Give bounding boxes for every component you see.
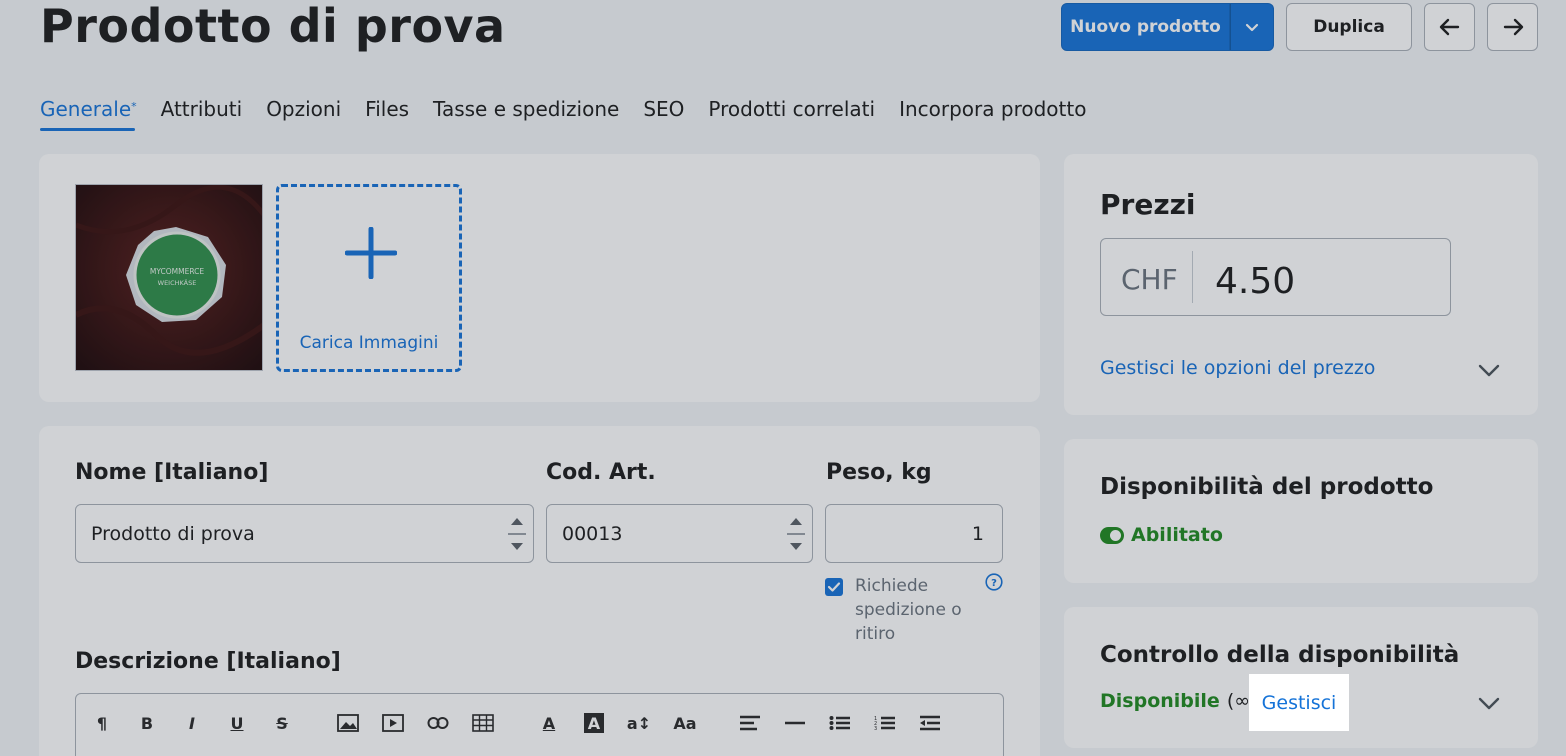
upload-images-label: Carica Immagini [299,333,439,353]
availability-card [1064,439,1538,583]
plus-icon [345,227,397,279]
svg-text:?: ? [991,578,997,589]
insert-link-icon[interactable] [427,711,449,735]
name-label: Nome [Italiano] [75,460,269,485]
font-size-icon[interactable]: a↕ [626,711,652,735]
sku-stepper-icon [787,518,805,550]
product-page: Prodotto di prova Nuovo prodotto Duplica… [0,0,1566,756]
tab-opzioni[interactable]: Opzioni [266,96,341,132]
next-product-button[interactable] [1487,3,1538,51]
weight-label: Peso, kg [826,460,932,485]
requires-shipping-label[interactable]: Richiede spedizione o ritiro [855,574,975,646]
bullet-list-icon[interactable] [829,711,851,735]
paragraph-format-icon[interactable]: ¶ [92,711,112,735]
page-title: Prodotto di prova [40,0,506,53]
requires-shipping-checkbox[interactable] [825,578,843,596]
tab-seo[interactable]: SEO [643,96,684,132]
tab-incorpora-prodotto[interactable]: Incorpora prodotto [899,96,1086,132]
tab-prodotti-correlati[interactable]: Prodotti correlati [708,96,875,132]
duplicate-button[interactable]: Duplica [1286,3,1412,51]
checkmark-icon [827,582,841,592]
sku-field[interactable]: 00013 [546,504,813,563]
tab-generale[interactable]: Generale* [40,96,137,132]
availability-status-label: Abilitato [1131,524,1223,546]
underline-icon[interactable]: U [227,711,247,735]
chevron-down-icon [1245,23,1259,32]
translate-stepper-icon [508,518,526,550]
new-product-dropdown-button[interactable] [1230,3,1274,51]
weight-value: 1 [971,522,984,545]
cheese-photo: MYCOMMERCE WEICHKÄSE [76,185,262,370]
text-color-icon[interactable]: A [539,711,559,735]
price-input[interactable]: CHF 4.50 [1100,238,1451,316]
font-family-icon[interactable]: Aa [672,711,698,735]
bold-icon[interactable]: B [137,711,157,735]
currency-label: CHF [1121,263,1178,296]
stock-status-label: Disponibile [1100,690,1220,712]
insert-image-icon[interactable] [337,711,359,735]
tab-attributi[interactable]: Attributi [161,96,243,132]
arrow-right-icon [1503,18,1523,36]
manage-price-options-link[interactable]: Gestisci le opzioni del prezzo [1100,357,1375,379]
thumbnail-brand-text: MYCOMMERCE [150,267,205,276]
tab-label: Generale [40,97,132,121]
name-value: Prodotto di prova [91,522,255,545]
pricing-title: Prezzi [1100,188,1196,221]
insert-video-icon[interactable] [382,711,404,735]
chevron-down-icon[interactable] [1476,690,1502,716]
tab-files[interactable]: Files [365,96,409,132]
sku-value: 00013 [562,522,623,545]
outdent-icon[interactable] [919,711,941,735]
manage-stock-link[interactable]: Gestisci [1249,674,1349,731]
italic-icon[interactable]: I [182,711,202,735]
horizontal-rule-icon[interactable] [784,711,806,735]
product-tabs: Generale* Attributi Opzioni Files Tasse … [40,96,1086,136]
name-field[interactable]: Prodotto di prova [75,504,534,563]
currency-divider [1192,251,1193,303]
thumbnail-product-text: WEICHKÄSE [158,278,197,287]
new-product-button[interactable]: Nuovo prodotto [1061,3,1230,51]
upload-images-button[interactable]: Carica Immagini [276,184,462,372]
unsaved-marker: * [131,100,137,113]
arrow-left-icon [1439,18,1459,36]
availability-title: Disponibilità del prodotto [1100,474,1434,500]
align-icon[interactable] [739,711,761,735]
sku-label: Cod. Art. [546,460,656,485]
chevron-down-icon[interactable] [1476,357,1502,383]
svg-text:3: 3 [874,726,877,732]
previous-product-button[interactable] [1424,3,1475,51]
strikethrough-icon[interactable]: S [272,711,292,735]
stock-status-row: Disponibile (∞) [1100,690,1257,712]
stock-control-title: Controllo della disponibilità [1100,642,1460,668]
insert-table-icon[interactable] [472,711,494,735]
description-editor[interactable]: ¶ B I U S A A a↕ Aa 123 [75,693,1004,756]
weight-field[interactable]: 1 [825,504,1003,563]
background-color-icon[interactable]: A [584,713,604,733]
numbered-list-icon[interactable]: 123 [874,711,896,735]
help-icon[interactable]: ? [985,573,1003,591]
new-product-button-group: Nuovo prodotto [1061,3,1274,51]
product-image-thumbnail[interactable]: MYCOMMERCE WEICHKÄSE [75,184,263,371]
tab-tasse-spedizione[interactable]: Tasse e spedizione [433,96,619,132]
description-label: Descrizione [Italiano] [75,649,341,674]
availability-status[interactable]: Abilitato [1100,524,1223,546]
toggle-on-icon [1100,526,1124,544]
price-value: 4.50 [1215,261,1296,302]
